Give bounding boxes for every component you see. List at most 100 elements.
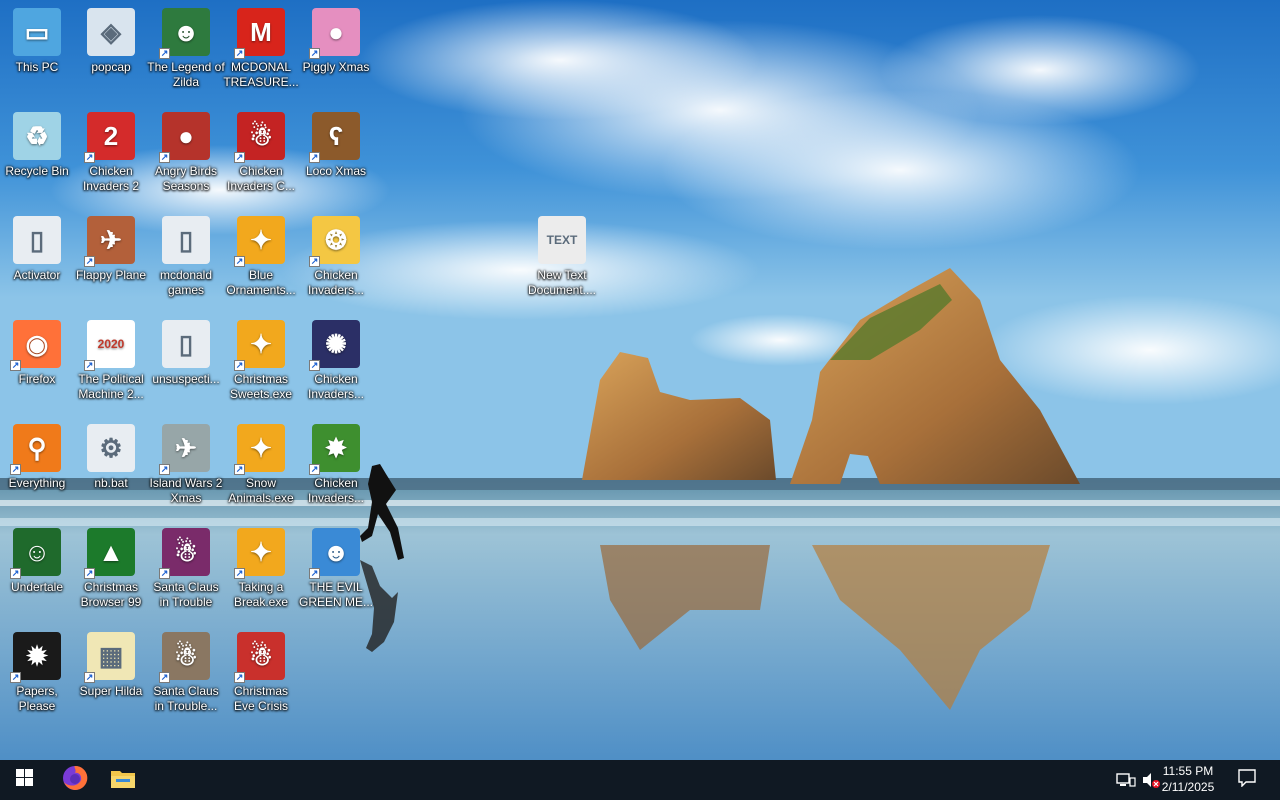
chicken-invaders-3-icon: ❂ ↗ bbox=[309, 216, 360, 267]
windows-start-icon bbox=[15, 769, 33, 791]
chicken-invaders-2-icon: 2 ↗ bbox=[84, 112, 135, 163]
desktop-icon[interactable]: ▦ ↗ Super Hilda bbox=[74, 626, 148, 726]
bat-file-gear-icon: ⚙ bbox=[87, 424, 135, 472]
icon-glyph: ▲ bbox=[98, 537, 124, 567]
christmas-sweets-exe-icon: ✦ ↗ bbox=[234, 320, 285, 371]
desktop-icon[interactable]: ✦ ↗ Blue Ornaments... bbox=[224, 210, 298, 310]
snow-animals-exe-icon: ✦ ↗ bbox=[234, 424, 285, 475]
papers-please-icon: ✹ ↗ bbox=[10, 632, 61, 683]
desktop-icon[interactable]: ❂ ↗ Chicken Invaders... bbox=[299, 210, 373, 310]
desktop-icon[interactable]: M ↗ MCDONAL TREASURE... bbox=[223, 2, 299, 102]
notification-icon bbox=[1238, 768, 1256, 792]
taskbar: 11:55 PM 2/11/2025 bbox=[0, 760, 1280, 800]
desktop-icon[interactable]: ☻ ↗ THE EVIL GREEN ME... bbox=[299, 522, 373, 622]
evil-green-messenger-icon: ☻ ↗ bbox=[309, 528, 360, 579]
icon-glyph: ▦ bbox=[98, 641, 124, 671]
island-wars-2-icon: ✈ ↗ bbox=[159, 424, 210, 475]
shortcut-arrow-icon: ↗ bbox=[309, 256, 320, 267]
desktop-icon[interactable]: ▯ unsuspecti... bbox=[149, 314, 223, 414]
icon-glyph: ● bbox=[178, 121, 194, 151]
desktop-icon[interactable]: ♻ Recycle Bin bbox=[0, 106, 74, 206]
desktop-icon-label: Recycle Bin bbox=[5, 164, 69, 178]
shortcut-arrow-icon: ↗ bbox=[84, 360, 95, 371]
desktop-icon[interactable]: ✹ ↗ Papers, Please bbox=[0, 626, 74, 726]
icon-glyph: ♻ bbox=[25, 121, 49, 151]
desktop-icon[interactable]: ● ↗ Angry Birds Seasons bbox=[149, 106, 223, 206]
icon-glyph: ❂ bbox=[325, 225, 347, 255]
shortcut-arrow-icon: ↗ bbox=[159, 672, 170, 683]
desktop-icon-label: Island Wars 2 Xmas bbox=[149, 476, 223, 505]
action-center-button[interactable] bbox=[1237, 768, 1257, 792]
desktop-icon-label: Chicken Invaders... bbox=[307, 476, 365, 505]
desktop-icon-label: Blue Ornaments... bbox=[226, 268, 296, 297]
desktop-icon[interactable]: ● ↗ Piggly Xmas bbox=[299, 2, 373, 102]
desktop-icon[interactable]: 2020 ↗ The Political Machine 2... bbox=[74, 314, 148, 414]
network-icon[interactable] bbox=[1116, 770, 1136, 790]
christmas-eve-crisis-icon: ☃ ↗ bbox=[234, 632, 285, 683]
desktop-icon[interactable]: ▭ This PC bbox=[0, 2, 74, 102]
desktop-icon[interactable]: ☃ ↗ Santa Claus in Trouble bbox=[149, 522, 223, 622]
desktop-icon-label: New Text Document.... bbox=[527, 268, 597, 297]
desktop-icon[interactable]: TEXT New Text Document.... bbox=[525, 210, 599, 310]
desktop-icon[interactable]: 2 ↗ Chicken Invaders 2 bbox=[74, 106, 148, 206]
santa-claus-trouble-2-icon: ☃ ↗ bbox=[159, 632, 210, 683]
mcdonald-games-file-icon: ▯ bbox=[162, 216, 210, 264]
shortcut-arrow-icon: ↗ bbox=[234, 672, 245, 683]
desktop-icon[interactable]: ⚙ nb.bat bbox=[74, 418, 148, 518]
start-button[interactable] bbox=[0, 760, 48, 800]
icon-glyph: ◉ bbox=[25, 329, 49, 359]
desktop-icon[interactable]: ▯ mcdonald games bbox=[149, 210, 223, 310]
firefox-icon bbox=[62, 765, 88, 796]
shortcut-arrow-icon: ↗ bbox=[84, 256, 95, 267]
blue-ornaments-exe-icon: ✦ ↗ bbox=[234, 216, 285, 267]
desktop-icon[interactable]: ☺ ↗ Undertale bbox=[0, 522, 74, 622]
desktop-icon[interactable]: ⚲ ↗ Everything bbox=[0, 418, 74, 518]
desktop-icon[interactable]: ✈ ↗ Flappy Plane bbox=[74, 210, 148, 310]
piggly-xmas-icon: ● ↗ bbox=[309, 8, 360, 59]
shortcut-arrow-icon: ↗ bbox=[309, 48, 320, 59]
shortcut-arrow-icon: ↗ bbox=[84, 672, 95, 683]
desktop-icon[interactable]: ☃ ↗ Christmas Eve Crisis bbox=[224, 626, 298, 726]
shortcut-arrow-icon: ↗ bbox=[309, 464, 320, 475]
desktop-icon[interactable]: ☃ ↗ Chicken Invaders C... bbox=[224, 106, 298, 206]
shortcut-arrow-icon: ↗ bbox=[234, 568, 245, 579]
desktop-icon-label: mcdonald games bbox=[159, 268, 213, 297]
desktop-icon[interactable]: ✦ ↗ Christmas Sweets.exe bbox=[224, 314, 298, 414]
desktop-icon[interactable]: ✦ ↗ Snow Animals.exe bbox=[224, 418, 298, 518]
system-clock[interactable]: 11:55 PM 2/11/2025 bbox=[1148, 763, 1228, 795]
flappy-plane-icon: ✈ ↗ bbox=[84, 216, 135, 267]
desktop-icon[interactable]: ▲ ↗ Christmas Browser 99 bbox=[74, 522, 148, 622]
zilda-game-icon: ☻ ↗ bbox=[159, 8, 210, 59]
shortcut-arrow-icon: ↗ bbox=[159, 152, 170, 163]
icon-glyph: ☃ bbox=[249, 641, 273, 671]
icon-glyph: ◈ bbox=[101, 17, 121, 47]
activator-file-icon: ▯ bbox=[13, 216, 61, 264]
desktop-icon[interactable]: ✦ ↗ Taking a Break.exe bbox=[224, 522, 298, 622]
desktop-icon[interactable]: ʕ ↗ Loco Xmas bbox=[299, 106, 373, 206]
taskbar-firefox-button[interactable] bbox=[51, 760, 99, 800]
desktop-icon[interactable]: ✸ ↗ Chicken Invaders... bbox=[299, 418, 373, 518]
icon-glyph: ✈ bbox=[100, 225, 122, 255]
icon-glyph: ● bbox=[328, 17, 344, 47]
shortcut-arrow-icon: ↗ bbox=[234, 464, 245, 475]
super-hilda-icon: ▦ ↗ bbox=[84, 632, 135, 683]
desktop-icon[interactable]: ◈ popcap bbox=[74, 2, 148, 102]
desktop-icon[interactable]: ◉ ↗ Firefox bbox=[0, 314, 74, 414]
shortcut-arrow-icon: ↗ bbox=[309, 360, 320, 371]
shortcut-arrow-icon: ↗ bbox=[309, 152, 320, 163]
desktop-icon[interactable]: ✈ ↗ Island Wars 2 Xmas bbox=[149, 418, 223, 518]
icon-glyph: ✦ bbox=[250, 225, 272, 255]
taskbar-file-explorer-button[interactable] bbox=[99, 760, 147, 800]
shortcut-arrow-icon: ↗ bbox=[234, 48, 245, 59]
desktop-icon[interactable]: ✺ ↗ Chicken Invaders... bbox=[299, 314, 373, 414]
shortcut-arrow-icon: ↗ bbox=[10, 360, 21, 371]
desktop-icon[interactable]: ☻ ↗ The Legend of Zilda bbox=[147, 2, 225, 102]
desktop-icon-label: Chicken Invaders C... bbox=[226, 164, 296, 193]
shortcut-arrow-icon: ↗ bbox=[234, 152, 245, 163]
desktop-icon[interactable]: ☃ ↗ Santa Claus in Trouble... bbox=[149, 626, 223, 726]
shortcut-arrow-icon: ↗ bbox=[159, 48, 170, 59]
desktop-icon[interactable]: ▯ Activator bbox=[0, 210, 74, 310]
desktop-icon-label: This PC bbox=[15, 60, 59, 74]
icon-glyph: ⚙ bbox=[99, 433, 123, 463]
icon-glyph: ☃ bbox=[174, 641, 198, 671]
